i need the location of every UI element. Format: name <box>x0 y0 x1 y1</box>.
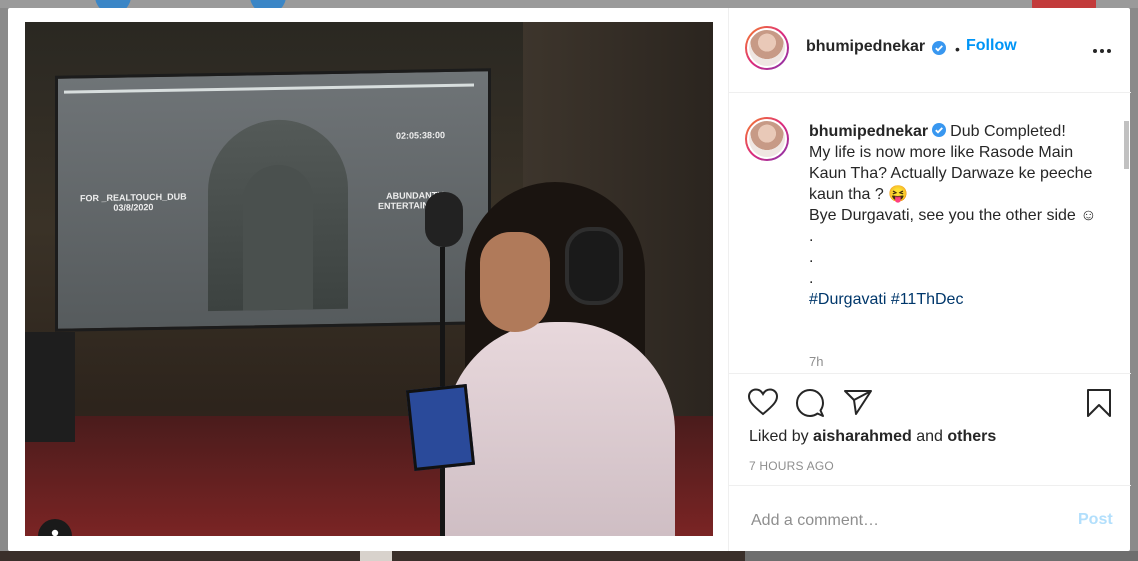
caption-avatar[interactable] <box>745 117 789 161</box>
post-side-panel: bhumipednekar • Follow bhumipednekar Dub … <box>728 8 1131 551</box>
share-paper-plane-icon[interactable] <box>843 388 873 416</box>
liked-by-user-link[interactable]: aisharahmed <box>813 428 912 445</box>
caption-hashtags[interactable]: #Durgavati #11ThDec <box>809 291 963 308</box>
caption-scrollbar[interactable] <box>1124 121 1129 169</box>
comment-input[interactable] <box>749 508 1053 534</box>
separator-dot: • <box>955 41 960 57</box>
speaker <box>25 332 75 442</box>
headphones <box>565 227 623 305</box>
verified-badge-icon <box>932 123 947 137</box>
post-photo[interactable]: FOR _REALTOUCH_DUB 03/8/2020 ABUNDANTIA … <box>25 22 713 536</box>
liked-by-text: Liked by aisharahmed and others <box>749 428 997 445</box>
projector-screen: FOR _REALTOUCH_DUB 03/8/2020 ABUNDANTIA … <box>55 68 491 332</box>
like-heart-icon[interactable] <box>748 388 778 416</box>
caption-text: Dub Completed! My life is now more like … <box>809 123 1097 287</box>
save-bookmark-icon[interactable] <box>1086 388 1112 418</box>
caption-area: bhumipednekar Dub Completed! My life is n… <box>729 93 1131 374</box>
caption-timestamp: 7h <box>809 354 824 369</box>
caption-username[interactable]: bhumipednekar <box>809 123 928 140</box>
screen-timecode: 02:05:38:00 <box>396 129 446 141</box>
author-username[interactable]: bhumipednekar <box>806 38 925 56</box>
more-options-icon[interactable] <box>1092 48 1112 54</box>
verified-badge-icon <box>932 41 946 55</box>
user-icon <box>51 529 59 536</box>
author-avatar[interactable] <box>745 26 789 70</box>
caption-text-block: bhumipednekar Dub Completed! My life is n… <box>809 121 1104 310</box>
liked-by-others-link[interactable]: others <box>947 428 996 445</box>
background-page-top <box>0 0 1138 8</box>
post-modal: FOR _REALTOUCH_DUB 03/8/2020 ABUNDANTIA … <box>8 8 1131 551</box>
tablet <box>405 384 476 471</box>
post-header: bhumipednekar • Follow <box>729 8 1131 93</box>
comment-bubble-icon[interactable] <box>795 388 825 418</box>
comment-box: Post <box>729 485 1131 552</box>
post-time-ago[interactable]: 7 HOURS AGO <box>749 459 834 473</box>
background-page-bottom <box>0 551 1138 561</box>
action-bar <box>729 386 1131 426</box>
screen-left-text: FOR _REALTOUCH_DUB 03/8/2020 <box>80 191 187 213</box>
post-comment-button[interactable]: Post <box>1078 511 1113 529</box>
microphone <box>425 192 463 247</box>
follow-button[interactable]: Follow <box>966 37 1017 55</box>
